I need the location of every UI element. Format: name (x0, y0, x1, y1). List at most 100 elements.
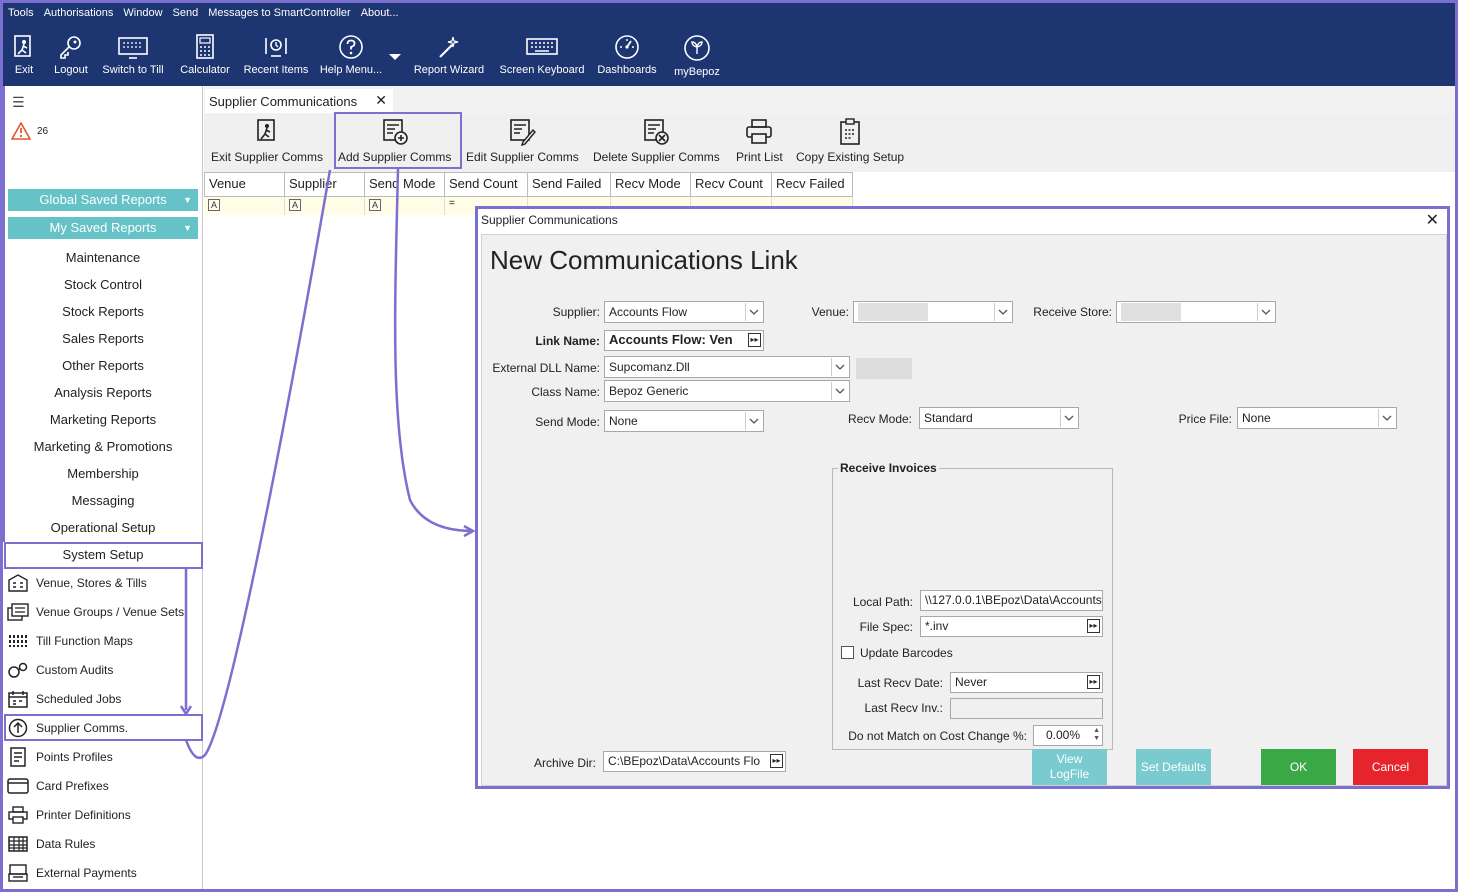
recv-mode-select[interactable]: Standard (919, 407, 1079, 429)
filter-venue[interactable]: A (204, 197, 285, 215)
file-spec-input[interactable]: *.inv ▸▸ (920, 616, 1103, 637)
col-send-mode[interactable]: Send Mode (365, 172, 445, 197)
fast-forward-icon[interactable]: ▸▸ (748, 333, 761, 347)
menu-about[interactable]: About... (361, 7, 399, 19)
send-mode-value: None (609, 414, 638, 428)
sub-till-function-maps[interactable]: Till Function Maps (3, 626, 203, 655)
fast-forward-icon[interactable]: ▸▸ (1087, 675, 1100, 689)
class-name-select[interactable]: Bepoz Generic (604, 380, 850, 402)
col-supplier[interactable]: Supplier (285, 172, 365, 197)
report-wizard-button[interactable]: Report Wizard (411, 30, 487, 84)
col-recv-failed[interactable]: Recv Failed (772, 172, 853, 197)
file-spec-value: *.inv (925, 619, 949, 633)
sub-venue-groups[interactable]: Venue Groups / Venue Sets (3, 597, 203, 626)
send-mode-select[interactable]: None (604, 410, 764, 432)
external-dll-select[interactable]: Supcomanz.Dll (604, 356, 850, 378)
till-icon (118, 37, 148, 59)
venue-value-redacted (858, 303, 928, 321)
local-path-input[interactable]: \\127.0.0.1\BEpoz\Data\Accounts (920, 590, 1103, 611)
sub-scheduled-jobs[interactable]: Scheduled Jobs (3, 684, 203, 713)
col-recv-mode[interactable]: Recv Mode (611, 172, 691, 197)
dashboards-label: Dashboards (597, 64, 657, 76)
report-wizard-label: Report Wizard (413, 64, 485, 76)
sub-data-rules[interactable]: Data Rules (3, 829, 203, 858)
receive-store-label: Receive Store: (1033, 305, 1112, 319)
sub-item-label: Till Function Maps (36, 633, 133, 648)
sub-points-profiles[interactable]: Points Profiles (3, 742, 203, 771)
screen-keyboard-button[interactable]: Screen Keyboard (497, 30, 587, 84)
equals-icon: = (449, 198, 455, 209)
edit-supplier-comms-button[interactable]: Edit Supplier Comms (466, 118, 579, 164)
copy-existing-setup-label: Copy Existing Setup (796, 150, 905, 164)
mybepoz-button[interactable]: myBepoz (669, 30, 725, 84)
receive-invoices-group: Receive Invoices Local Path: \\127.0.0.1… (832, 461, 1113, 750)
switch-till-button[interactable]: Switch to Till (99, 30, 167, 84)
close-icon[interactable]: ✕ (375, 92, 387, 109)
link-name-input[interactable]: Accounts Flow: Ven ▸▸ (604, 330, 764, 351)
exit-supplier-comms-button[interactable]: Exit Supplier Comms (211, 118, 323, 164)
supplier-select[interactable]: Accounts Flow (604, 301, 764, 323)
filter-icon: A (289, 199, 301, 211)
chevron-down-icon (1060, 409, 1077, 427)
magic-wand-icon (439, 36, 459, 58)
ok-button[interactable]: OK (1261, 749, 1336, 785)
cancel-button[interactable]: Cancel (1353, 749, 1428, 785)
filter-supplier[interactable]: A (285, 197, 365, 215)
menu-messages[interactable]: Messages to SmartController (208, 7, 350, 19)
price-file-select[interactable]: None (1237, 407, 1397, 429)
cost-change-spinner[interactable]: 0.00% ▲ ▼ (1033, 725, 1103, 746)
menu-authorisations[interactable]: Authorisations (44, 7, 114, 19)
calculator-button[interactable]: Calculator (177, 30, 233, 84)
filter-icon: A (369, 199, 381, 211)
col-send-count[interactable]: Send Count (445, 172, 528, 197)
sub-item-label: Card Prefixes (36, 778, 109, 793)
col-send-failed[interactable]: Send Failed (528, 172, 611, 197)
document-icon (7, 746, 29, 768)
print-list-button[interactable]: Print List (736, 118, 783, 164)
chevron-down-icon (1257, 303, 1274, 321)
last-recv-inv-input[interactable] (950, 698, 1103, 719)
cost-change-value: 0.00% (1045, 728, 1080, 742)
delete-supplier-comms-button[interactable]: Delete Supplier Comms (593, 118, 720, 164)
filter-send-mode[interactable]: A (365, 197, 445, 215)
help-menu-button[interactable]: Help Menu... (319, 30, 383, 84)
sub-card-prefixes[interactable]: Card Prefixes (3, 771, 203, 800)
close-icon[interactable]: ✕ (1426, 210, 1439, 230)
view-logfile-button[interactable]: View LogFile (1032, 749, 1107, 785)
col-recv-count[interactable]: Recv Count (691, 172, 772, 197)
last-recv-inv-label: Last Recv Inv.: (864, 701, 943, 715)
link-name-label: Link Name: (535, 334, 600, 348)
sub-external-payments[interactable]: External Payments (3, 858, 203, 887)
exit-button[interactable]: Exit (9, 30, 39, 84)
set-defaults-button[interactable]: Set Defaults (1136, 749, 1211, 785)
delete-supplier-comms-label: Delete Supplier Comms (593, 150, 720, 164)
sub-custom-audits[interactable]: Custom Audits (3, 655, 203, 684)
archive-dir-input[interactable]: C:\BEpoz\Data\Accounts Flo ▸▸ (603, 751, 786, 772)
top-bar: Tools Authorisations Window Send Message… (3, 3, 1455, 86)
tab-supplier-communications[interactable]: Supplier Communications ✕ (205, 89, 393, 113)
archive-dir-label: Archive Dir: (533, 756, 596, 770)
update-barcodes-label: Update Barcodes (860, 646, 953, 660)
copy-existing-setup-button[interactable]: Copy Existing Setup (796, 118, 904, 164)
recent-items-button[interactable]: Recent Items (241, 30, 311, 84)
spinner-arrows-icon[interactable]: ▲ ▼ (1093, 727, 1100, 743)
venue-select[interactable] (853, 301, 1013, 323)
menu-window[interactable]: Window (123, 7, 162, 19)
menu-send[interactable]: Send (173, 7, 199, 19)
col-venue[interactable]: Venue (204, 172, 285, 197)
dashboards-button[interactable]: Dashboards (595, 30, 659, 84)
receive-store-select[interactable] (1116, 301, 1276, 323)
price-file-value: None (1242, 411, 1271, 425)
exit-icon (257, 119, 275, 141)
menu-tools[interactable]: Tools (8, 7, 34, 19)
last-recv-date-input[interactable]: Never ▸▸ (950, 672, 1103, 693)
screen-keyboard-label: Screen Keyboard (499, 64, 585, 76)
update-barcodes-checkbox[interactable] (841, 646, 854, 659)
sub-venue-stores-tills[interactable]: Venue, Stores & Tills (3, 568, 203, 597)
fast-forward-icon[interactable]: ▸▸ (1087, 619, 1100, 633)
sub-printer-definitions[interactable]: Printer Definitions (3, 800, 203, 829)
logout-button[interactable]: Logout (49, 30, 93, 84)
fast-forward-icon[interactable]: ▸▸ (770, 754, 783, 768)
grid-icon (7, 630, 29, 652)
help-menu-label: Help Menu... (319, 64, 383, 76)
